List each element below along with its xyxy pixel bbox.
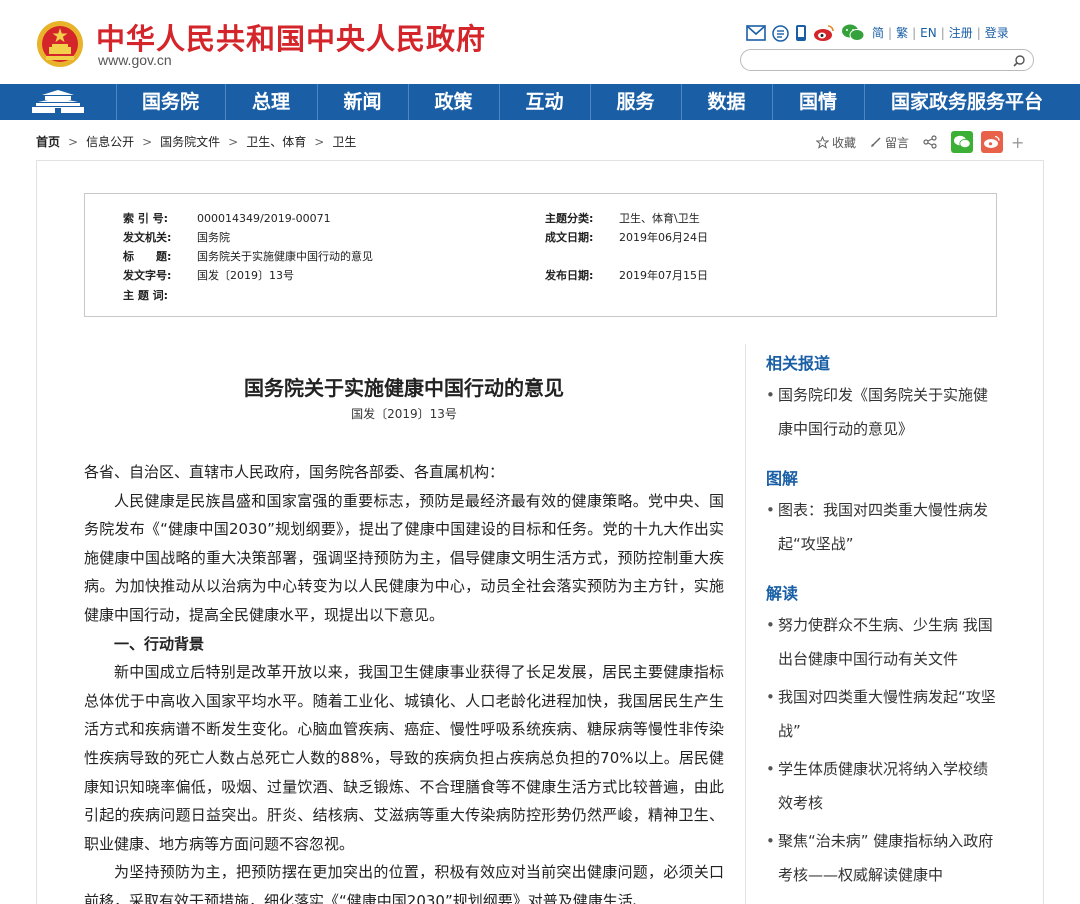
nav-item-national-info[interactable]: 国情 <box>772 84 864 120</box>
site-url[interactable]: www.gov.cn <box>98 52 172 68</box>
favorite-label: 收藏 <box>832 135 857 150</box>
comment-button[interactable]: 留言 <box>870 134 909 151</box>
meta-date-value: 2019年06月24日 <box>619 231 708 244</box>
meta-topic-value: 卫生、体育\卫生 <box>619 212 700 225</box>
meta-pubdate-row: 发布日期: 2019年07月15日 <box>545 269 708 282</box>
link-traditional[interactable]: 繁 <box>896 26 908 40</box>
article-section-heading: 一、行动背景 <box>114 634 205 653</box>
breadcrumb-info-disclosure[interactable]: 信息公开 <box>86 135 134 149</box>
chevron-right-icon: > <box>142 135 153 149</box>
search-input[interactable] <box>753 52 1003 68</box>
link-english[interactable]: EN <box>920 26 937 40</box>
interpretation-heading: 解读 <box>766 584 799 603</box>
nav-item-services[interactable]: 服务 <box>590 84 681 120</box>
interpretation-link[interactable]: • 我国对四类重大慢性病发起“攻坚战” <box>766 680 996 748</box>
article-salutation: 各省、自治区、直辖市人民政府，国务院各部委、各直属机构： <box>84 463 505 481</box>
interpretation-link[interactable]: • 学生体质健康状况将纳入学校绩效考核 <box>766 752 996 820</box>
article-paragraph: 为坚持预防为主，把预防摆在更加突出的位置，积极有效应对当前突出健康问题，必须关口… <box>84 863 724 904</box>
weibo-icon[interactable] <box>813 24 835 42</box>
search-box <box>740 49 1034 71</box>
interpretation-link[interactable]: • 聚焦“治未病” 健康指标纳入政府考核——权威解读健康中 <box>766 824 996 892</box>
breadcrumb-home[interactable]: 首页 <box>36 135 60 149</box>
meta-pubdate-value: 2019年07月15日 <box>619 269 708 282</box>
nav-item-state-council[interactable]: 国务院 <box>116 84 225 120</box>
article-actions: 收藏 留言 + <box>816 130 1024 154</box>
nav-item-data[interactable]: 数据 <box>681 84 772 120</box>
link-login[interactable]: 登录 <box>985 26 1009 40</box>
search-icon[interactable] <box>1011 53 1027 69</box>
star-icon <box>816 135 829 149</box>
chevron-right-icon: > <box>314 135 325 149</box>
article-paragraph: 人民健康是民族昌盛和国家富强的重要标志，预防是最经济最有效的健康策略。党中央、国… <box>84 491 724 624</box>
chevron-right-icon: > <box>228 135 239 149</box>
meta-index-value: 000014349/2019-00071 <box>197 212 331 225</box>
link-simplified[interactable]: 简 <box>872 26 884 40</box>
meta-docno-row: 发文字号: 国发〔2019〕13号 <box>123 269 294 282</box>
article-body: 各省、自治区、直辖市人民政府，国务院各部委、各直属机构： 人民健康是民族昌盛和国… <box>84 458 724 904</box>
breadcrumb-health[interactable]: 卫生 <box>332 135 356 149</box>
nav-item-policy[interactable]: 政策 <box>408 84 499 120</box>
breadcrumb-health-sports[interactable]: 卫生、体育 <box>246 135 306 149</box>
weibo-share-icon[interactable] <box>981 131 1004 153</box>
nav-item-gov-service-platform[interactable]: 国家政务服务平台 <box>864 84 1070 120</box>
sidebar-divider <box>745 344 746 904</box>
related-report-link[interactable]: • 国务院印发《国务院关于实施健康中国行动的意见》 <box>766 378 996 446</box>
nav-item-premier[interactable]: 总理 <box>225 84 317 120</box>
site-header: 中华人民共和国中央人民政府 www.gov.cn 简 | 繁 | EN | 注册 | 登录 <box>0 0 1080 84</box>
national-emblem-icon[interactable] <box>36 20 84 68</box>
pencil-icon <box>871 137 881 147</box>
comment-label: 留言 <box>885 135 910 150</box>
meta-docno-value: 国发〔2019〕13号 <box>197 269 294 282</box>
mobile-icon[interactable] <box>795 24 807 42</box>
rss-icon[interactable] <box>772 24 789 42</box>
mail-icon[interactable] <box>746 25 766 41</box>
meta-topic-row: 主题分类: 卫生、体育\卫生 <box>545 212 700 225</box>
related-reports-heading: 相关报道 <box>766 354 831 373</box>
chevron-right-icon: > <box>68 135 79 149</box>
share-icon <box>923 135 937 149</box>
nav-item-news[interactable]: 新闻 <box>317 84 408 120</box>
meta-issuer-row: 发文机关: 国务院 <box>123 231 230 244</box>
meta-title-value: 国务院关于实施健康中国行动的意见 <box>197 250 373 263</box>
article-title: 国务院关于实施健康中国行动的意见 <box>244 376 564 400</box>
wechat-share-icon[interactable] <box>951 131 974 153</box>
breadcrumb: 首页 > 信息公开 > 国务院文件 > 卫生、体育 > 卫生 <box>36 133 356 150</box>
top-links: 简 | 繁 | EN | 注册 | 登录 <box>872 26 1009 40</box>
interpretation-link[interactable]: • 努力使群众不生病、少生病 我国出台健康中国行动有关文件 <box>766 608 996 676</box>
link-register[interactable]: 注册 <box>949 26 973 40</box>
article-doc-number: 国发〔2019〕13号 <box>351 407 457 421</box>
meta-keywords-row: 主 题 词: <box>123 289 169 302</box>
tiananmen-logo-icon[interactable] <box>0 84 116 120</box>
meta-index-row: 索 引 号: 000014349/2019-00071 <box>123 212 331 225</box>
graphic-heading: 图解 <box>766 469 799 488</box>
meta-title-row: 标 题: 国务院关于实施健康中国行动的意见 <box>123 250 373 263</box>
top-icon-bar <box>746 22 865 44</box>
favorite-button[interactable]: 收藏 <box>816 134 856 151</box>
wechat-icon[interactable] <box>841 24 865 42</box>
nav-item-interaction[interactable]: 互动 <box>499 84 590 120</box>
meta-date-row: 成文日期: 2019年06月24日 <box>545 231 708 244</box>
graphic-link[interactable]: • 图表：我国对四类重大慢性病发起“攻坚战” <box>766 493 996 561</box>
article-paragraph: 新中国成立后特别是改革开放以来，我国卫生健康事业获得了长足发展，居民主要健康指标… <box>84 663 724 853</box>
main-nav: 国务院 总理 新闻 政策 互动 服务 数据 国情 国家政务服务平台 <box>0 84 1080 120</box>
more-share-icon[interactable]: + <box>1011 133 1024 152</box>
share-button[interactable] <box>923 135 937 149</box>
meta-issuer-value: 国务院 <box>197 231 230 244</box>
breadcrumb-state-council-docs[interactable]: 国务院文件 <box>160 135 220 149</box>
document-metadata-table: 索 引 号: 000014349/2019-00071 主题分类: 卫生、体育\卫生… <box>84 193 997 317</box>
